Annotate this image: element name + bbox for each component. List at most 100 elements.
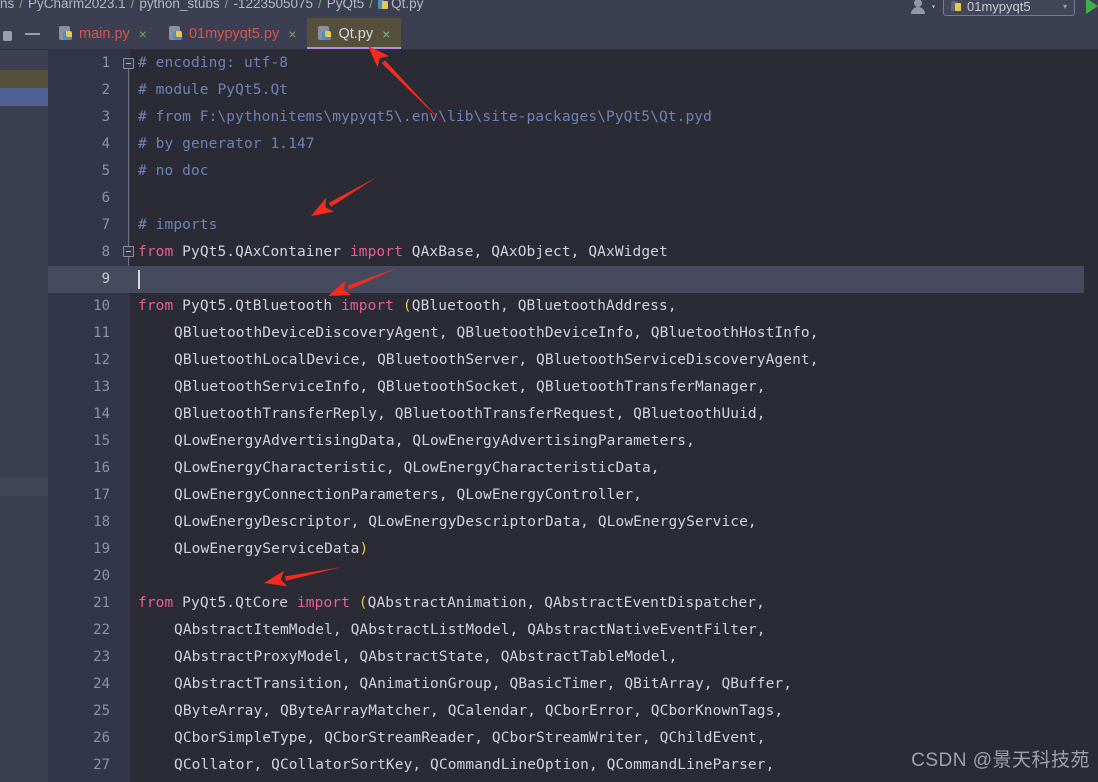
code-line[interactable]: 12 QBluetoothLocalDevice, QBluetoothServe… bbox=[48, 347, 1098, 374]
breadcrumb-item[interactable]: ns bbox=[0, 0, 14, 11]
editor-tab-label: main.py bbox=[79, 25, 130, 42]
left-panel-row-hover[interactable] bbox=[0, 478, 48, 496]
breadcrumb-item[interactable]: PyCharm2023.1 bbox=[28, 0, 126, 11]
close-icon[interactable]: × bbox=[288, 26, 296, 42]
line-number: 27 bbox=[93, 757, 110, 773]
code-line[interactable]: 14 QBluetoothTransferReply, QBluetoothTra… bbox=[48, 401, 1098, 428]
csdn-watermark: CSDN @景天科技苑 bbox=[911, 750, 1090, 771]
code-token: QCborSimpleType, QCborStreamReader, QCbo… bbox=[174, 730, 766, 746]
line-number: 13 bbox=[93, 379, 110, 395]
code-line-text: QLowEnergyServiceData) bbox=[138, 536, 368, 563]
code-line-text: QBluetoothLocalDevice, QBluetoothServer,… bbox=[138, 347, 819, 374]
close-icon[interactable]: × bbox=[139, 26, 147, 42]
code-line[interactable]: 2 # module PyQt5.Qt bbox=[48, 77, 1098, 104]
code-token: PyQt5.QtCore bbox=[173, 595, 297, 611]
close-icon[interactable]: × bbox=[382, 26, 390, 42]
code-line[interactable]: 9 bbox=[48, 266, 1098, 293]
plugin-icon[interactable] bbox=[1, 30, 13, 42]
breadcrumb-separator: / bbox=[369, 0, 374, 11]
code-token: QByteArray, QByteArrayMatcher, QCalendar… bbox=[174, 703, 784, 719]
code-token: QCollator, QCollatorSortKey, QCommandLin… bbox=[174, 757, 775, 773]
python-file-icon bbox=[59, 26, 73, 41]
code-line[interactable]: 16 QLowEnergyCharacteristic, QLowEnergyCh… bbox=[48, 455, 1098, 482]
chevron-down-icon[interactable]: ▾ bbox=[931, 2, 936, 11]
line-number: 11 bbox=[93, 325, 110, 341]
code-line[interactable]: 4 # by generator 1.147 bbox=[48, 131, 1098, 158]
code-line-text: QBluetoothServiceInfo, QBluetoothSocket,… bbox=[138, 374, 766, 401]
breadcrumb-item[interactable]: Qt.py bbox=[391, 0, 423, 11]
code-token: ) bbox=[359, 541, 369, 557]
code-lines: 1 # encoding: utf-8 2 # module PyQt5.Qt 3 # f… bbox=[48, 50, 1098, 779]
editor-tab-01mypyqt5-py[interactable]: 01mypyqt5.py × bbox=[158, 18, 307, 49]
text-caret bbox=[138, 270, 140, 289]
code-line[interactable]: 21 from PyQt5.QtCore import (QAbstractAni… bbox=[48, 590, 1098, 617]
code-line[interactable]: 20 bbox=[48, 563, 1098, 590]
code-line[interactable]: 17 QLowEnergyConnectionParameters, QLowEn… bbox=[48, 482, 1098, 509]
code-line[interactable]: 22 QAbstractItemModel, QAbstractListModel… bbox=[48, 617, 1098, 644]
code-token: QBluetoothServiceInfo, QBluetoothSocket,… bbox=[174, 379, 766, 395]
editor-area: main.py × 01mypyqt5.py × Qt.py × 1 # encoding:… bbox=[48, 18, 1098, 782]
line-number: 18 bbox=[93, 514, 110, 530]
code-line-text: QAbstractProxyModel, QAbstractState, QAb… bbox=[138, 644, 677, 671]
code-line-text: QCollator, QCollatorSortKey, QCommandLin… bbox=[138, 752, 774, 779]
breadcrumb-item[interactable]: python_stubs bbox=[139, 0, 219, 11]
breadcrumb-bar: ns / PyCharm2023.1 / python_stubs / -122350507… bbox=[0, 0, 1098, 18]
editor-tab-Qt-py[interactable]: Qt.py × bbox=[307, 18, 402, 49]
left-panel-row-highlight-selected[interactable] bbox=[0, 88, 48, 106]
code-token: QBluetoothDeviceDiscoveryAgent, QBluetoo… bbox=[174, 325, 819, 341]
code-line-text: from PyQt5.QAxContainer import QAxBase, … bbox=[138, 239, 668, 266]
editor-tab-main-py[interactable]: main.py × bbox=[48, 18, 158, 49]
code-line[interactable]: 10 from PyQt5.QtBluetooth import (QBlueto… bbox=[48, 293, 1098, 320]
left-panel-row-highlight-olive[interactable] bbox=[0, 70, 48, 88]
code-token: QLowEnergyServiceData bbox=[174, 541, 360, 557]
line-number: 6 bbox=[101, 190, 110, 206]
run-configuration-selector[interactable]: 01mypyqt5 ▾ bbox=[943, 0, 1075, 16]
active-tab-underline bbox=[307, 47, 402, 49]
code-line[interactable]: 6 bbox=[48, 185, 1098, 212]
line-number: 16 bbox=[93, 460, 110, 476]
code-line-text: # no doc bbox=[138, 158, 209, 185]
code-line[interactable]: 24 QAbstractTransition, QAnimationGroup, … bbox=[48, 671, 1098, 698]
code-line[interactable]: 18 QLowEnergyDescriptor, QLowEnergyDescri… bbox=[48, 509, 1098, 536]
code-token: QBluetoothLocalDevice, QBluetoothServer,… bbox=[174, 352, 819, 368]
code-line[interactable]: 19 QLowEnergyServiceData) bbox=[48, 536, 1098, 563]
breadcrumb-item[interactable]: -1223505075 bbox=[233, 0, 313, 11]
line-number: 7 bbox=[101, 217, 110, 233]
code-line[interactable]: 1 # encoding: utf-8 bbox=[48, 50, 1098, 77]
editor-right-gutter[interactable] bbox=[1084, 50, 1098, 782]
code-line-text: QBluetoothDeviceDiscoveryAgent, QBluetoo… bbox=[138, 320, 819, 347]
code-line[interactable]: 25 QByteArray, QByteArrayMatcher, QCalend… bbox=[48, 698, 1098, 725]
code-line[interactable]: 15 QLowEnergyAdvertisingData, QLowEnergyA… bbox=[48, 428, 1098, 455]
code-line[interactable]: 7 # imports bbox=[48, 212, 1098, 239]
code-line[interactable]: 5 # no doc bbox=[48, 158, 1098, 185]
code-token: QBluetooth, QBluetoothAddress, bbox=[411, 298, 677, 314]
python-file-icon bbox=[318, 26, 332, 41]
editor-tab-label: Qt.py bbox=[338, 25, 374, 42]
line-number: 23 bbox=[93, 649, 110, 665]
user-account-icon[interactable] bbox=[910, 0, 927, 14]
code-token: import bbox=[349, 244, 403, 260]
run-play-icon[interactable] bbox=[1086, 0, 1098, 14]
code-line-text: # from F:\pythonitems\mypyqt5\.env\lib\s… bbox=[138, 104, 712, 131]
code-token: QLowEnergyAdvertisingData, QLowEnergyAdv… bbox=[174, 433, 695, 449]
minus-icon[interactable] bbox=[25, 32, 40, 35]
code-token: # by generator 1.147 bbox=[138, 136, 315, 152]
code-line-text: # imports bbox=[138, 212, 217, 239]
code-line[interactable]: 3 # from F:\pythonitems\mypyqt5\.env\lib\… bbox=[48, 104, 1098, 131]
chevron-down-icon[interactable]: ▾ bbox=[1063, 2, 1067, 11]
line-number: 5 bbox=[101, 163, 110, 179]
code-line[interactable]: 23 QAbstractProxyModel, QAbstractState, Q… bbox=[48, 644, 1098, 671]
code-line[interactable]: 13 QBluetoothServiceInfo, QBluetoothSocke… bbox=[48, 374, 1098, 401]
code-line[interactable]: 11 QBluetoothDeviceDiscoveryAgent, QBluet… bbox=[48, 320, 1098, 347]
code-token: QLowEnergyCharacteristic, QLowEnergyChar… bbox=[174, 460, 660, 476]
code-line[interactable]: 8 from PyQt5.QAxContainer import QAxBase,… bbox=[48, 239, 1098, 266]
code-line-text: from PyQt5.QtBluetooth import (QBluetoot… bbox=[138, 293, 677, 320]
line-number: 21 bbox=[93, 595, 110, 611]
breadcrumb-item[interactable]: PyQt5 bbox=[327, 0, 365, 11]
code-token: QBluetoothTransferReply, QBluetoothTrans… bbox=[174, 406, 766, 422]
code-line-text: QBluetoothTransferReply, QBluetoothTrans… bbox=[138, 401, 766, 428]
code-line-text: QByteArray, QByteArrayMatcher, QCalendar… bbox=[138, 698, 783, 725]
code-editor[interactable]: 1 # encoding: utf-8 2 # module PyQt5.Qt 3 # f… bbox=[48, 50, 1098, 782]
breadcrumb[interactable]: ns / PyCharm2023.1 / python_stubs / -122350507… bbox=[0, 0, 423, 14]
code-token: # encoding: utf-8 bbox=[138, 55, 289, 71]
